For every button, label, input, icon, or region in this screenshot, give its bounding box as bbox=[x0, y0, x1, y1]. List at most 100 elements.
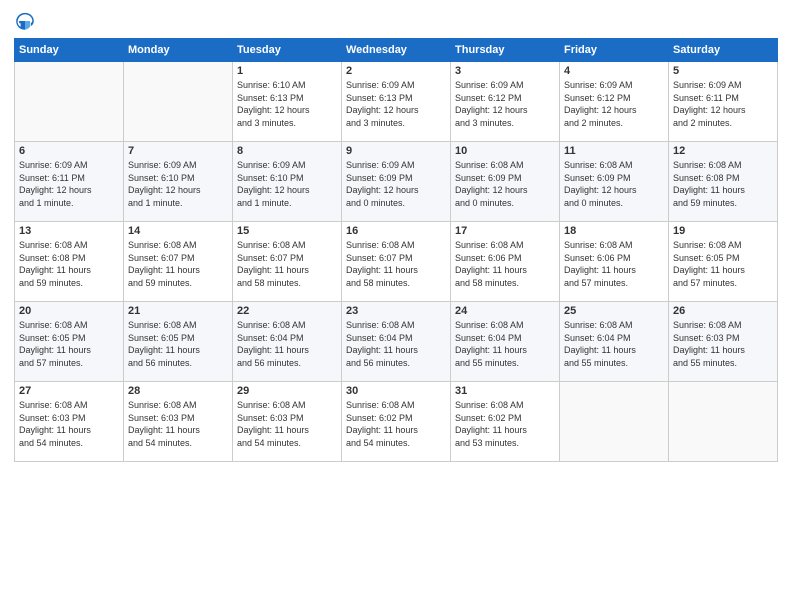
table-cell: 31 Sunrise: 6:08 AM Sunset: 6:02 PM Dayli… bbox=[451, 382, 560, 462]
day-info: Sunrise: 6:08 AM Sunset: 6:09 PM Dayligh… bbox=[564, 159, 664, 209]
table-cell: 20Sunrise: 6:08 AM Sunset: 6:05 PM Dayli… bbox=[15, 302, 124, 382]
day-number: 11 bbox=[564, 145, 664, 157]
day-number: 7 bbox=[128, 145, 228, 157]
table-cell: 12Sunrise: 6:08 AM Sunset: 6:08 PM Dayli… bbox=[669, 142, 778, 222]
day-number: 26 bbox=[673, 305, 773, 317]
table-cell: 16 Sunrise: 6:08 AM Sunset: 6:07 PM Dayli… bbox=[342, 222, 451, 302]
day-number: 19 bbox=[673, 225, 773, 237]
logo bbox=[14, 10, 38, 32]
day-info: Sunrise: 6:08 AM Sunset: 6:03 PM Dayligh… bbox=[128, 399, 228, 449]
day-info: Sunrise: 6:08 AM Sunset: 6:05 PM Dayligh… bbox=[673, 239, 773, 289]
day-number: 22 bbox=[237, 305, 337, 317]
day-info: Sunrise: 6:08 AM Sunset: 6:03 PM Dayligh… bbox=[19, 399, 119, 449]
table-cell: 24Sunrise: 6:08 AM Sunset: 6:04 PM Dayli… bbox=[451, 302, 560, 382]
day-info: Sunrise: 6:08 AM Sunset: 6:09 PM Dayligh… bbox=[455, 159, 555, 209]
table-cell: 22 Sunrise: 6:08 AM Sunset: 6:04 PM Dayli… bbox=[233, 302, 342, 382]
day-number: 13 bbox=[19, 225, 119, 237]
day-number: 15 bbox=[237, 225, 337, 237]
day-number: 6 bbox=[19, 145, 119, 157]
day-number: 16 bbox=[346, 225, 446, 237]
day-number: 9 bbox=[346, 145, 446, 157]
table-cell: 11 Sunrise: 6:08 AM Sunset: 6:09 PM Dayli… bbox=[560, 142, 669, 222]
week-row-1: 1Sunrise: 6:10 AM Sunset: 6:13 PM Daylig… bbox=[15, 62, 778, 142]
day-info: Sunrise: 6:09 AM Sunset: 6:10 PM Dayligh… bbox=[128, 159, 228, 209]
day-info: Sunrise: 6:08 AM Sunset: 6:03 PM Dayligh… bbox=[237, 399, 337, 449]
table-cell: 26 Sunrise: 6:08 AM Sunset: 6:03 PM Dayli… bbox=[669, 302, 778, 382]
day-number: 30 bbox=[346, 385, 446, 397]
table-cell: 9 Sunrise: 6:09 AM Sunset: 6:09 PM Daylig… bbox=[342, 142, 451, 222]
header-row: Sunday Monday Tuesday Wednesday Thursday… bbox=[15, 39, 778, 62]
table-cell: 23Sunrise: 6:08 AM Sunset: 6:04 PM Dayli… bbox=[342, 302, 451, 382]
logo-icon bbox=[14, 10, 36, 32]
col-thursday: Thursday bbox=[451, 39, 560, 62]
day-number: 31 bbox=[455, 385, 555, 397]
day-info: Sunrise: 6:08 AM Sunset: 6:08 PM Dayligh… bbox=[673, 159, 773, 209]
day-info: Sunrise: 6:08 AM Sunset: 6:07 PM Dayligh… bbox=[237, 239, 337, 289]
table-cell: 19 Sunrise: 6:08 AM Sunset: 6:05 PM Dayli… bbox=[669, 222, 778, 302]
table-cell: 28 Sunrise: 6:08 AM Sunset: 6:03 PM Dayli… bbox=[124, 382, 233, 462]
table-cell: 14 Sunrise: 6:08 AM Sunset: 6:07 PM Dayli… bbox=[124, 222, 233, 302]
table-cell: 21 Sunrise: 6:08 AM Sunset: 6:05 PM Dayli… bbox=[124, 302, 233, 382]
week-row-2: 6 Sunrise: 6:09 AM Sunset: 6:11 PM Daylig… bbox=[15, 142, 778, 222]
day-info: Sunrise: 6:08 AM Sunset: 6:04 PM Dayligh… bbox=[237, 319, 337, 369]
table-cell bbox=[669, 382, 778, 462]
col-sunday: Sunday bbox=[15, 39, 124, 62]
table-cell bbox=[15, 62, 124, 142]
day-number: 29 bbox=[237, 385, 337, 397]
day-number: 27 bbox=[19, 385, 119, 397]
table-cell: 27 Sunrise: 6:08 AM Sunset: 6:03 PM Dayli… bbox=[15, 382, 124, 462]
day-info: Sunrise: 6:08 AM Sunset: 6:03 PM Dayligh… bbox=[673, 319, 773, 369]
day-info: Sunrise: 6:08 AM Sunset: 6:04 PM Dayligh… bbox=[455, 319, 555, 369]
day-info: Sunrise: 6:08 AM Sunset: 6:07 PM Dayligh… bbox=[128, 239, 228, 289]
day-info: Sunrise: 6:08 AM Sunset: 6:07 PM Dayligh… bbox=[346, 239, 446, 289]
table-cell: 5 Sunrise: 6:09 AM Sunset: 6:11 PM Daylig… bbox=[669, 62, 778, 142]
table-cell: 3Sunrise: 6:09 AM Sunset: 6:12 PM Daylig… bbox=[451, 62, 560, 142]
day-number: 4 bbox=[564, 65, 664, 77]
day-number: 2 bbox=[346, 65, 446, 77]
table-cell bbox=[124, 62, 233, 142]
day-info: Sunrise: 6:08 AM Sunset: 6:06 PM Dayligh… bbox=[455, 239, 555, 289]
table-cell: 15 Sunrise: 6:08 AM Sunset: 6:07 PM Dayli… bbox=[233, 222, 342, 302]
calendar-body: 1Sunrise: 6:10 AM Sunset: 6:13 PM Daylig… bbox=[15, 62, 778, 462]
week-row-4: 20Sunrise: 6:08 AM Sunset: 6:05 PM Dayli… bbox=[15, 302, 778, 382]
calendar-table: Sunday Monday Tuesday Wednesday Thursday… bbox=[14, 38, 778, 462]
day-number: 17 bbox=[455, 225, 555, 237]
day-info: Sunrise: 6:09 AM Sunset: 6:12 PM Dayligh… bbox=[564, 79, 664, 129]
col-friday: Friday bbox=[560, 39, 669, 62]
day-info: Sunrise: 6:09 AM Sunset: 6:11 PM Dayligh… bbox=[19, 159, 119, 209]
day-number: 5 bbox=[673, 65, 773, 77]
day-number: 18 bbox=[564, 225, 664, 237]
table-cell: 1Sunrise: 6:10 AM Sunset: 6:13 PM Daylig… bbox=[233, 62, 342, 142]
col-tuesday: Tuesday bbox=[233, 39, 342, 62]
table-cell: 2Sunrise: 6:09 AM Sunset: 6:13 PM Daylig… bbox=[342, 62, 451, 142]
day-info: Sunrise: 6:08 AM Sunset: 6:02 PM Dayligh… bbox=[455, 399, 555, 449]
page-container: Sunday Monday Tuesday Wednesday Thursday… bbox=[0, 0, 792, 472]
table-cell: 4 Sunrise: 6:09 AM Sunset: 6:12 PM Daylig… bbox=[560, 62, 669, 142]
day-info: Sunrise: 6:09 AM Sunset: 6:09 PM Dayligh… bbox=[346, 159, 446, 209]
table-cell: 25 Sunrise: 6:08 AM Sunset: 6:04 PM Dayli… bbox=[560, 302, 669, 382]
week-row-5: 27 Sunrise: 6:08 AM Sunset: 6:03 PM Dayli… bbox=[15, 382, 778, 462]
day-number: 10 bbox=[455, 145, 555, 157]
day-number: 25 bbox=[564, 305, 664, 317]
day-number: 21 bbox=[128, 305, 228, 317]
day-info: Sunrise: 6:09 AM Sunset: 6:11 PM Dayligh… bbox=[673, 79, 773, 129]
day-number: 8 bbox=[237, 145, 337, 157]
day-info: Sunrise: 6:08 AM Sunset: 6:04 PM Dayligh… bbox=[346, 319, 446, 369]
day-info: Sunrise: 6:08 AM Sunset: 6:04 PM Dayligh… bbox=[564, 319, 664, 369]
table-cell: 17 Sunrise: 6:08 AM Sunset: 6:06 PM Dayli… bbox=[451, 222, 560, 302]
day-info: Sunrise: 6:08 AM Sunset: 6:08 PM Dayligh… bbox=[19, 239, 119, 289]
day-info: Sunrise: 6:08 AM Sunset: 6:05 PM Dayligh… bbox=[128, 319, 228, 369]
col-saturday: Saturday bbox=[669, 39, 778, 62]
day-number: 28 bbox=[128, 385, 228, 397]
header bbox=[14, 10, 778, 32]
day-info: Sunrise: 6:08 AM Sunset: 6:02 PM Dayligh… bbox=[346, 399, 446, 449]
day-number: 14 bbox=[128, 225, 228, 237]
col-wednesday: Wednesday bbox=[342, 39, 451, 62]
table-cell: 8Sunrise: 6:09 AM Sunset: 6:10 PM Daylig… bbox=[233, 142, 342, 222]
day-info: Sunrise: 6:08 AM Sunset: 6:06 PM Dayligh… bbox=[564, 239, 664, 289]
day-number: 1 bbox=[237, 65, 337, 77]
table-cell: 18 Sunrise: 6:08 AM Sunset: 6:06 PM Dayli… bbox=[560, 222, 669, 302]
table-cell: 13 Sunrise: 6:08 AM Sunset: 6:08 PM Dayli… bbox=[15, 222, 124, 302]
week-row-3: 13 Sunrise: 6:08 AM Sunset: 6:08 PM Dayli… bbox=[15, 222, 778, 302]
day-info: Sunrise: 6:08 AM Sunset: 6:05 PM Dayligh… bbox=[19, 319, 119, 369]
